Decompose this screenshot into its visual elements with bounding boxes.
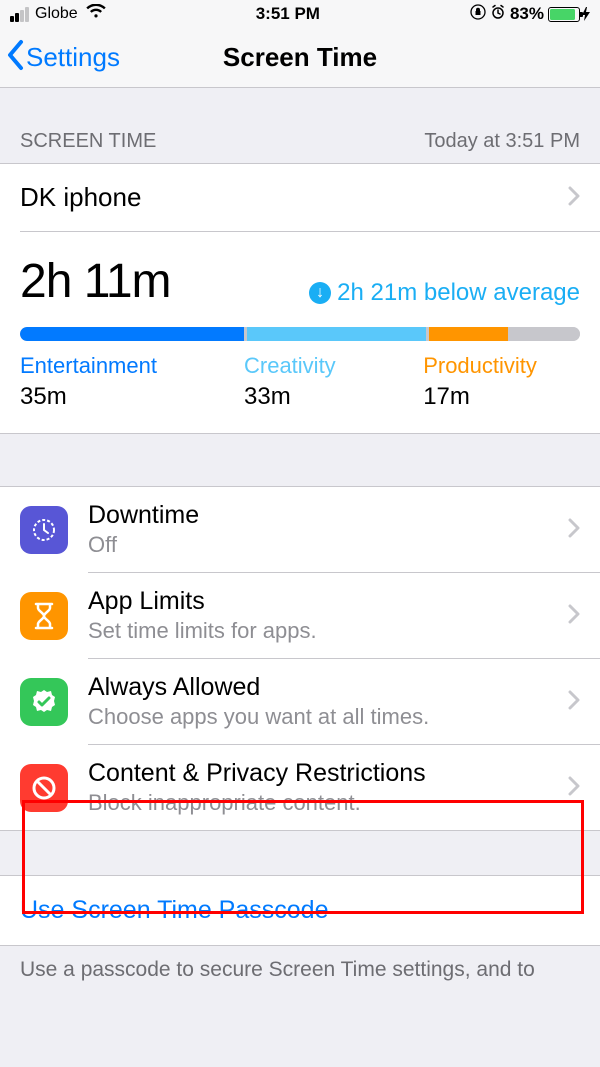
always-allowed-row[interactable]: Always Allowed Choose apps you want at a…: [0, 659, 600, 744]
chevron-right-icon: [568, 686, 580, 717]
cat-cre-time: 33m: [244, 383, 423, 411]
always-allowed-sub: Choose apps you want at all times.: [88, 704, 568, 730]
nav-bar: Settings Screen Time: [0, 28, 600, 88]
down-arrow-icon: ↓: [309, 282, 331, 304]
signal-icon: [10, 7, 29, 22]
features-group: Downtime Off App Limits Set time limits …: [0, 486, 600, 831]
downtime-icon: [20, 506, 68, 554]
cat-ent-time: 35m: [20, 383, 244, 411]
status-right: 83%: [470, 4, 590, 25]
category-creativity: Creativity 33m: [244, 353, 423, 411]
chevron-right-icon: [568, 514, 580, 545]
chevron-right-icon: [568, 182, 580, 213]
usage-compare-text: 2h 21m below average: [337, 279, 580, 307]
chevron-left-icon: [6, 38, 24, 78]
cat-pro-label: Productivity: [423, 353, 580, 379]
app-limits-title: App Limits: [88, 587, 568, 616]
cat-pro-time: 17m: [423, 383, 580, 411]
section-header: SCREEN TIME Today at 3:51 PM: [0, 88, 600, 163]
section-header-left: SCREEN TIME: [20, 130, 156, 153]
status-left: Globe: [10, 4, 106, 24]
bar-entertainment: [20, 327, 244, 341]
use-passcode-label: Use Screen Time Passcode: [20, 896, 328, 924]
battery-icon: [548, 7, 590, 22]
usage-total: 2h 11m: [20, 254, 171, 309]
battery-percent: 83%: [510, 4, 544, 24]
chevron-right-icon: [568, 600, 580, 631]
usage-compare: ↓ 2h 21m below average: [309, 279, 580, 307]
downtime-sub: Off: [88, 532, 568, 558]
device-row[interactable]: DK iphone: [0, 164, 600, 231]
downtime-row[interactable]: Downtime Off: [0, 487, 600, 572]
downtime-title: Downtime: [88, 501, 568, 530]
cat-cre-label: Creativity: [244, 353, 423, 379]
category-row: Entertainment 35m Creativity 33m Product…: [0, 353, 600, 433]
cat-ent-label: Entertainment: [20, 353, 244, 379]
usage-bar: [20, 327, 580, 341]
status-time: 3:51 PM: [256, 4, 320, 24]
usage-row: 2h 11m ↓ 2h 21m below average: [0, 232, 600, 321]
back-label: Settings: [26, 42, 120, 73]
chevron-right-icon: [568, 772, 580, 803]
status-bar: Globe 3:51 PM 83%: [0, 0, 600, 28]
passcode-footer: Use a passcode to secure Screen Time set…: [0, 946, 600, 994]
passcode-group: Use Screen Time Passcode Use a passcode …: [0, 875, 600, 994]
page-title: Screen Time: [223, 42, 377, 73]
section-header-right: Today at 3:51 PM: [424, 130, 580, 153]
orientation-lock-icon: [470, 4, 486, 25]
category-productivity: Productivity 17m: [423, 353, 580, 411]
usage-group: DK iphone 2h 11m ↓ 2h 21m below average …: [0, 163, 600, 434]
bar-remaining: [511, 327, 580, 341]
category-entertainment: Entertainment 35m: [20, 353, 244, 411]
bar-creativity: [247, 327, 426, 341]
check-badge-icon: [20, 678, 68, 726]
wifi-icon: [86, 4, 106, 24]
device-name: DK iphone: [20, 182, 141, 213]
bar-productivity: [429, 327, 507, 341]
always-allowed-title: Always Allowed: [88, 673, 568, 702]
restricted-icon: [20, 764, 68, 812]
use-passcode-button[interactable]: Use Screen Time Passcode: [0, 875, 600, 946]
alarm-icon: [490, 4, 506, 25]
back-button[interactable]: Settings: [6, 28, 120, 87]
content-title: Content & Privacy Restrictions: [88, 759, 568, 788]
app-limits-row[interactable]: App Limits Set time limits for apps.: [0, 573, 600, 658]
hourglass-icon: [20, 592, 68, 640]
content-restrictions-row[interactable]: Content & Privacy Restrictions Block ina…: [0, 745, 600, 830]
content-sub: Block inappropriate content.: [88, 790, 568, 816]
app-limits-sub: Set time limits for apps.: [88, 618, 568, 644]
carrier-label: Globe: [35, 5, 78, 23]
